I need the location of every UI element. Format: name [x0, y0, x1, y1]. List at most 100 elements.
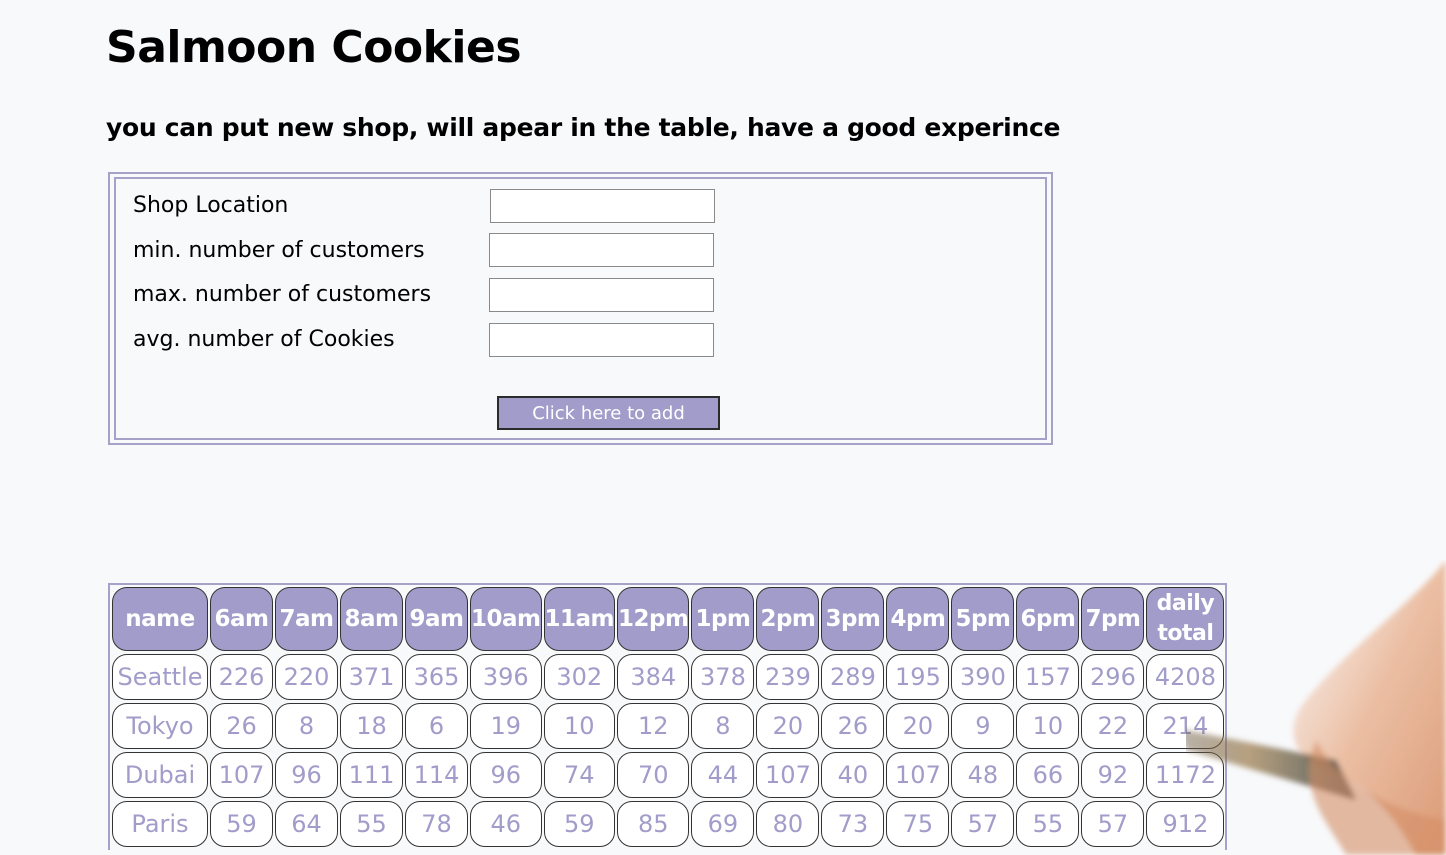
- table-cell: 57: [1081, 801, 1145, 847]
- table-cell: 92: [1081, 752, 1145, 798]
- table-cell: 384: [617, 654, 690, 700]
- table-cell: 289: [821, 654, 885, 700]
- header-cell-11am: 11am: [543, 587, 615, 651]
- table-cell: 64: [275, 801, 338, 847]
- header-cell-3pm: 3pm: [821, 587, 885, 651]
- table-cell: 9: [951, 703, 1015, 749]
- table-cell: 59: [543, 801, 615, 847]
- table-cell: 73: [821, 801, 885, 847]
- table-cell: 8: [691, 703, 755, 749]
- table-cell: 390: [951, 654, 1015, 700]
- table-cell: Seattle: [112, 654, 208, 700]
- table-cell: 70: [617, 752, 690, 798]
- table-cell: 26: [210, 703, 273, 749]
- table-cell: 18: [340, 703, 403, 749]
- table-cell: 912: [1146, 801, 1225, 847]
- table-cell: 66: [1016, 752, 1080, 798]
- table-cell: 195: [886, 654, 950, 700]
- table-cell: Dubai: [112, 752, 208, 798]
- avg-cookies-label: avg. number of Cookies: [133, 327, 395, 352]
- header-cell-6am: 6am: [210, 587, 273, 651]
- header-cell-5pm: 5pm: [951, 587, 1015, 651]
- header-cell-10am: 10am: [470, 587, 542, 651]
- table-cell: 55: [340, 801, 403, 847]
- table-cell: 220: [275, 654, 338, 700]
- header-cell-4pm: 4pm: [886, 587, 950, 651]
- sales-table: name 6am 7am 8am 9am 10am 11am 12pm 1pm …: [110, 584, 1226, 850]
- max-customers-input[interactable]: [489, 278, 714, 312]
- header-cell-7am: 7am: [275, 587, 338, 651]
- table-cell: 378: [691, 654, 755, 700]
- table-cell: 20: [886, 703, 950, 749]
- table-row: Dubai 107 96 111 114 96 74 70 44 107 40 …: [112, 752, 1225, 798]
- min-customers-input[interactable]: [489, 233, 714, 267]
- table-row: Paris 59 64 55 78 46 59 85 69 80 73 75 5…: [112, 801, 1225, 847]
- table-cell: 85: [617, 801, 690, 847]
- max-customers-label: max. number of customers: [133, 282, 432, 307]
- table-cell: 296: [1081, 654, 1145, 700]
- table-row: Seattle 226 220 371 365 396 302 384 378 …: [112, 654, 1225, 700]
- table-row: Tokyo 26 8 18 6 19 10 12 8 20 26 20 9 10…: [112, 703, 1225, 749]
- table-cell: 8: [275, 703, 338, 749]
- table-cell: 1172: [1146, 752, 1225, 798]
- header-cell-12pm: 12pm: [617, 587, 690, 651]
- table-cell: 57: [951, 801, 1015, 847]
- table-cell: 46: [470, 801, 542, 847]
- table-cell: 96: [275, 752, 338, 798]
- header-cell-daily-total: daily total: [1146, 587, 1225, 651]
- table-cell: 214: [1146, 703, 1225, 749]
- table-cell: 44: [691, 752, 755, 798]
- min-customers-label: min. number of customers: [133, 238, 425, 263]
- table-cell: 371: [340, 654, 403, 700]
- table-cell: 40: [821, 752, 885, 798]
- header-cell-8am: 8am: [340, 587, 403, 651]
- table-header-row: name 6am 7am 8am 9am 10am 11am 12pm 1pm …: [112, 587, 1225, 651]
- add-shop-fieldset: Shop Location min. number of customers m…: [114, 177, 1047, 440]
- table-cell: 239: [756, 654, 820, 700]
- table-cell: 107: [886, 752, 950, 798]
- add-shop-form: Shop Location min. number of customers m…: [108, 172, 1053, 445]
- table-cell: 80: [756, 801, 820, 847]
- table-cell: 114: [405, 752, 468, 798]
- table-cell: 22: [1081, 703, 1145, 749]
- header-cell-name: name: [112, 587, 208, 651]
- table-cell: 157: [1016, 654, 1080, 700]
- table-cell: 10: [543, 703, 615, 749]
- table-cell: 55: [1016, 801, 1080, 847]
- add-shop-button[interactable]: Click here to add: [497, 396, 720, 430]
- page-title: Salmoon Cookies: [106, 22, 522, 73]
- table-cell: 69: [691, 801, 755, 847]
- page-subtitle: you can put new shop, will apear in the …: [106, 113, 1061, 142]
- avg-cookies-input[interactable]: [489, 323, 714, 357]
- table-cell: 74: [543, 752, 615, 798]
- sales-table-container: name 6am 7am 8am 9am 10am 11am 12pm 1pm …: [108, 583, 1228, 850]
- table-cell: 12: [617, 703, 690, 749]
- shop-location-input[interactable]: [490, 189, 715, 223]
- table-cell: 107: [756, 752, 820, 798]
- table-cell: Tokyo: [112, 703, 208, 749]
- table-cell: 10: [1016, 703, 1080, 749]
- table-cell: 78: [405, 801, 468, 847]
- table-cell: 6: [405, 703, 468, 749]
- table-cell: 20: [756, 703, 820, 749]
- table-cell: 19: [470, 703, 542, 749]
- table-cell: 107: [210, 752, 273, 798]
- header-cell-7pm: 7pm: [1081, 587, 1145, 651]
- table-cell: 59: [210, 801, 273, 847]
- header-cell-1pm: 1pm: [691, 587, 755, 651]
- table-cell: 75: [886, 801, 950, 847]
- table-cell: 226: [210, 654, 273, 700]
- table-cell: 302: [543, 654, 615, 700]
- header-cell-2pm: 2pm: [756, 587, 820, 651]
- header-cell-9am: 9am: [405, 587, 468, 651]
- table-cell: Paris: [112, 801, 208, 847]
- table-cell: 96: [470, 752, 542, 798]
- table-cell: 365: [405, 654, 468, 700]
- table-cell: 111: [340, 752, 403, 798]
- table-cell: 396: [470, 654, 542, 700]
- table-cell: 4208: [1146, 654, 1225, 700]
- shop-location-label: Shop Location: [133, 193, 289, 218]
- table-cell: 48: [951, 752, 1015, 798]
- table-cell: 26: [821, 703, 885, 749]
- header-cell-6pm: 6pm: [1016, 587, 1080, 651]
